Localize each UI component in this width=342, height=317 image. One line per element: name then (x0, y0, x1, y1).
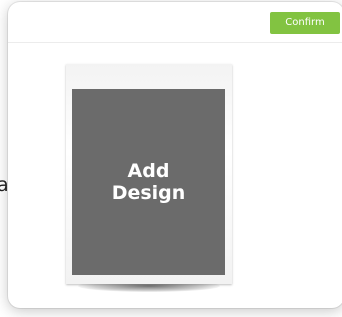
confirm-button[interactable]: Confirm (270, 12, 340, 34)
product-paper-mockup: Add Design (66, 64, 232, 284)
screen: ay Confirm Add Design (0, 0, 342, 317)
design-modal: Confirm Add Design (8, 2, 342, 308)
add-design-label: Add Design (111, 160, 186, 204)
add-design-area[interactable]: Add Design (72, 89, 225, 275)
modal-header: Confirm (8, 2, 342, 43)
